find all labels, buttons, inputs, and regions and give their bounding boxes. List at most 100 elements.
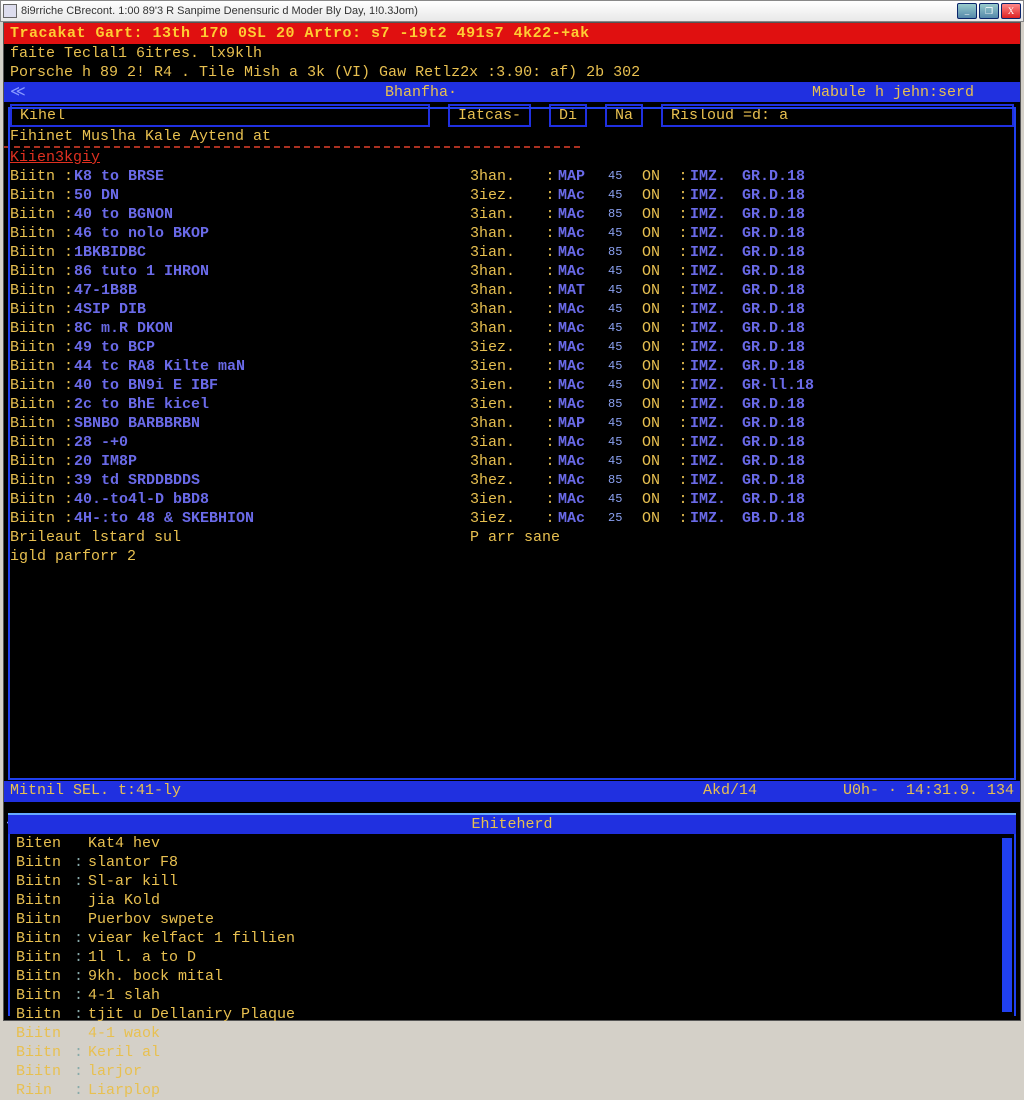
row-status: ON [642, 357, 676, 376]
row-tail: GR.D.18 [742, 338, 805, 357]
list-item[interactable]: Biten Kat4 hev [10, 834, 1014, 853]
p2-sep [74, 891, 88, 910]
table-row[interactable]: Biitn :40 to BGNON3ian.:MAc85ON:IMZ.GR.D… [10, 205, 1014, 224]
table-row[interactable]: Biitn :1BKBIDBC3ian.:MAc85ON:IMZ.GR.D.18 [10, 243, 1014, 262]
row-label: Biitn : [10, 357, 74, 376]
col-kihel[interactable]: Kihel [10, 104, 430, 127]
row-num: 45 [608, 167, 642, 186]
p2-text: jia Kold [88, 891, 160, 910]
col-di[interactable]: Di [549, 104, 587, 127]
row-status: ON [642, 509, 676, 528]
footer-left-1: Brileaut lstard sul [10, 528, 470, 547]
row-desc: K8 to BRSE [74, 167, 470, 186]
row-sep2: : [676, 414, 690, 433]
row-sep2: : [676, 281, 690, 300]
row-label: Biitn : [10, 433, 74, 452]
row-num: 45 [608, 224, 642, 243]
list-item[interactable]: Biitn:viear kelfact 1 fillien [10, 929, 1014, 948]
table-row[interactable]: Biitn :K8 to BRSE3han.:MAP45ON:IMZ.GR.D.… [10, 167, 1014, 186]
row-num: 45 [608, 376, 642, 395]
row-mac: MAc [558, 509, 608, 528]
row-mid: 3iez. [470, 509, 542, 528]
list-item[interactable]: Biitn Puerbov swpete [10, 910, 1014, 929]
maximize-button[interactable]: ❐ [979, 3, 999, 19]
row-status: ON [642, 167, 676, 186]
row-tail: GR.D.18 [742, 186, 805, 205]
col-iatcas[interactable]: Iatcas- [448, 104, 531, 127]
list-item[interactable]: Biitn:slantor F8 [10, 853, 1014, 872]
row-mac: MAP [558, 414, 608, 433]
table-row[interactable]: Biitn :86 tuto 1 IHRON3han.:MAc45ON:IMZ.… [10, 262, 1014, 281]
close-button[interactable]: X [1001, 3, 1021, 19]
row-tail: GR.D.18 [742, 262, 805, 281]
row-mid: 3han. [470, 167, 542, 186]
col-na[interactable]: Na [605, 104, 643, 127]
row-label: Biitn : [10, 414, 74, 433]
table-row[interactable]: Biitn :49 to BCP3iez.:MAc45ON:IMZ.GR.D.1… [10, 338, 1014, 357]
col-risloud[interactable]: Risloud =d: a [661, 104, 1014, 127]
list-item[interactable]: Biitn 4-1 waok [10, 1024, 1014, 1043]
row-mid: 3ien. [470, 376, 542, 395]
row-num: 45 [608, 281, 642, 300]
row-desc: SBNBO BARBBRBN [74, 414, 470, 433]
row-sep2: : [676, 205, 690, 224]
table-row[interactable]: Biitn :20 IM8P3han.:MAc45ON:IMZ.GR.D.18 [10, 452, 1014, 471]
row-tail: GR·ll.18 [742, 376, 814, 395]
list-item[interactable]: Biitn:1l l. a to D [10, 948, 1014, 967]
table-row[interactable]: Biitn :4H-:to 48 & SKEBHION3iez.:MAc25ON… [10, 509, 1014, 528]
list-item[interactable]: Biitn:Keril al [10, 1043, 1014, 1062]
row-sep2: : [676, 357, 690, 376]
row-imz: IMZ. [690, 205, 742, 224]
row-sep2: : [676, 433, 690, 452]
p2-text: Puerbov swpete [88, 910, 214, 929]
row-desc: 40 to BGNON [74, 205, 470, 224]
row-sep2: : [676, 376, 690, 395]
row-imz: IMZ. [690, 414, 742, 433]
table-row[interactable]: Biitn :46 to nolo BKOP3han.:MAc45ON:IMZ.… [10, 224, 1014, 243]
table-row[interactable]: Biitn :44 tc RA8 Kilte maN3ien.:MAc45ON:… [10, 357, 1014, 376]
list-item[interactable]: Biitn jia Kold [10, 891, 1014, 910]
row-label: Biitn : [10, 509, 74, 528]
list-item[interactable]: Biitn:Sl-ar kill [10, 872, 1014, 891]
status-right: U0h- · 14:31.9. 134 [843, 781, 1014, 802]
minimize-button[interactable]: _ [957, 3, 977, 19]
list-item[interactable]: Biitn:larjor [10, 1062, 1014, 1081]
table-row[interactable]: Biitn :40 to BN9i E IBF3ien.:MAc45ON:IMZ… [10, 376, 1014, 395]
pane2-scrollbar[interactable] [1002, 838, 1012, 1012]
table-row[interactable]: Biitn :50 DN3iez.:MAc45ON:IMZ.GR.D.18 [10, 186, 1014, 205]
row-imz: IMZ. [690, 281, 742, 300]
list-item[interactable]: Biitn:tjit u Dellaniry Plaque [10, 1005, 1014, 1024]
row-num: 25 [608, 509, 642, 528]
row-mac: MAc [558, 262, 608, 281]
row-mac: MAP [558, 167, 608, 186]
table-row[interactable]: Biitn :SBNBO BARBBRBN3han.:MAP45ON:IMZ.G… [10, 414, 1014, 433]
list-item[interactable]: Biitn:4-1 slah [10, 986, 1014, 1005]
row-tail: GR.D.18 [742, 205, 805, 224]
p2-sep [74, 834, 88, 853]
row-label: Biitn : [10, 300, 74, 319]
p2-sep: : [74, 1062, 88, 1081]
row-label: Biitn : [10, 452, 74, 471]
list-item[interactable]: Riin:Liarplop [10, 1081, 1014, 1100]
table-row[interactable]: Biitn :28 -+03ian.:MAc45ON:IMZ.GR.D.18 [10, 433, 1014, 452]
system-menu-icon[interactable] [3, 4, 17, 18]
p2-text: Kat4 hev [88, 834, 160, 853]
row-desc: 4H-:to 48 & SKEBHION [74, 509, 470, 528]
row-status: ON [642, 243, 676, 262]
table-row[interactable]: Biitn :8C m.R DKON3han.:MAc45ON:IMZ.GR.D… [10, 319, 1014, 338]
section-link[interactable]: Kiien3kgiy [4, 148, 1020, 167]
p2-text: larjor [88, 1062, 142, 1081]
row-mid: 3iez. [470, 338, 542, 357]
table-row[interactable]: Biitn :39 td SRDDBDDS3hez.:MAc85ON:IMZ.G… [10, 471, 1014, 490]
row-sep: : [542, 338, 558, 357]
table-row[interactable]: Biitn :2c to BhE kicel3ien.:MAc85ON:IMZ.… [10, 395, 1014, 414]
row-num: 45 [608, 300, 642, 319]
row-sep2: : [676, 186, 690, 205]
list-item[interactable]: Biitn:9kh. bock mital [10, 967, 1014, 986]
row-desc: 40.-to4l-D bBD8 [74, 490, 470, 509]
table-row[interactable]: Biitn :40.-to4l-D bBD83ien.:MAc45ON:IMZ.… [10, 490, 1014, 509]
table-row[interactable]: Biitn :47-1B8B3han.:MAT45ON:IMZ.GR.D.18 [10, 281, 1014, 300]
row-mac: MAc [558, 376, 608, 395]
table-row[interactable]: Biitn :4SIP DIB3han.:MAc45ON:IMZ.GR.D.18 [10, 300, 1014, 319]
pane2-title: Ehiteherd [8, 813, 1016, 834]
